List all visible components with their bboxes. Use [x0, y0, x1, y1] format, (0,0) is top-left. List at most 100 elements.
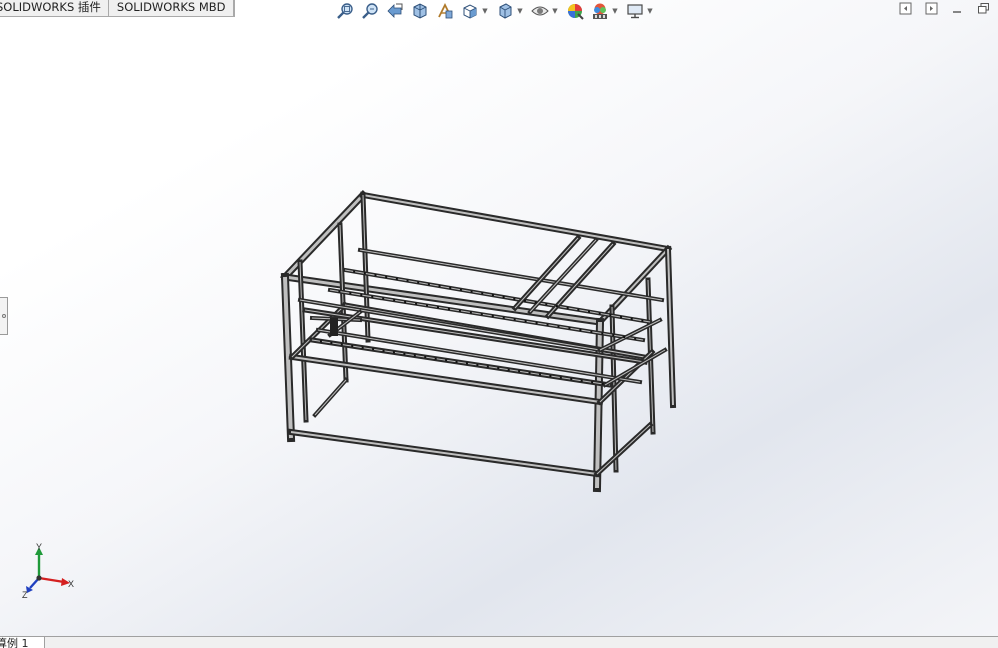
beam-slot: [591, 381, 594, 384]
beam-slot: [351, 345, 354, 348]
beam-slot: [577, 308, 580, 311]
beam-slot: [598, 312, 601, 315]
beam-slot: [491, 315, 494, 317]
frame-tube-highlight: [362, 194, 669, 250]
beam-slot: [447, 308, 450, 310]
beam-slot: [417, 281, 420, 284]
beam-slot: [620, 316, 623, 319]
beam-slot: [470, 290, 473, 293]
beam-slot: [469, 311, 472, 314]
beam-slot: [528, 371, 531, 374]
y-axis-label: Y: [36, 542, 42, 552]
beam-slot: [404, 301, 407, 303]
reference-triad: Y X Z: [22, 542, 74, 600]
beam-slot: [363, 272, 366, 275]
frame-model[interactable]: [0, 0, 998, 636]
x-axis-arrow: [38, 576, 65, 584]
beam-slot: [507, 368, 510, 371]
beam-slot: [382, 349, 385, 352]
beam-slot: [630, 317, 633, 320]
beam-slot: [465, 362, 468, 365]
beam-slot: [579, 329, 582, 331]
beam-slot: [403, 352, 406, 355]
beam-slot: [392, 351, 395, 354]
beam-slot: [524, 320, 527, 323]
beam-slot: [427, 283, 430, 286]
beam-slot: [513, 318, 516, 321]
beam-slot: [426, 304, 429, 307]
frame-tube-highlight: [514, 237, 579, 309]
frame-tube-highlight: [311, 339, 611, 386]
model-view-tab-bar: 算例 1: [0, 636, 998, 648]
beam-slot: [449, 286, 452, 289]
beam-slot: [413, 354, 416, 357]
beam-slot: [330, 341, 333, 344]
beam-slot: [424, 356, 427, 359]
beam-slot: [568, 327, 571, 330]
frame-tube-highlight: [290, 431, 598, 475]
beam-slot: [590, 330, 593, 333]
beam-slot: [641, 319, 644, 322]
beam-slot: [535, 322, 538, 324]
beam-slot: [349, 292, 352, 295]
beam-slot: [609, 314, 612, 317]
beam-slot: [374, 274, 377, 277]
beam-slot: [481, 292, 484, 295]
z-axis-label: Z: [22, 590, 28, 600]
beam-slot: [513, 297, 516, 300]
beam-slot: [434, 357, 437, 360]
beam-slot: [612, 334, 615, 337]
beam-slot: [497, 367, 500, 370]
beam-slot: [570, 378, 573, 381]
beam-slot: [502, 296, 505, 299]
beam-slot: [395, 277, 398, 280]
beam-slot: [459, 288, 462, 291]
tab-motion-study[interactable]: 算例 1: [0, 637, 45, 648]
beam-slot: [340, 343, 343, 346]
beam-slot: [555, 305, 558, 308]
beam-slot: [338, 290, 341, 293]
beam-slot: [436, 306, 439, 309]
beam-slot: [588, 310, 590, 313]
frame-tube-highlight: [314, 379, 347, 416]
beam-slot: [458, 309, 461, 312]
beam-slot: [385, 276, 388, 279]
beam-slot: [360, 294, 363, 296]
beam-slot: [445, 359, 448, 362]
beam-slot: [371, 295, 374, 298]
beam-slot: [559, 376, 562, 379]
frame-tube-highlight: [596, 424, 651, 475]
beam-slot: [623, 336, 626, 338]
beam-slot: [566, 306, 569, 309]
beam-slot: [634, 337, 637, 340]
beam-slot: [415, 302, 418, 305]
beam-slot: [455, 360, 458, 363]
beam-slot: [480, 313, 483, 316]
x-axis-label: X: [68, 579, 74, 589]
frame-tube-highlight: [291, 356, 601, 403]
beam-slot: [319, 340, 322, 343]
beam-slot: [353, 270, 356, 273]
beam-slot: [546, 323, 549, 326]
beam-slot: [538, 373, 541, 376]
beam-slot: [557, 325, 560, 328]
beam-slot: [361, 346, 364, 349]
frame-tube-highlight: [283, 193, 365, 279]
graphics-area[interactable]: SOLIDWORKS 插件 SOLIDWORKS MBD ▼ ▼ ▼ ▼ ▼ Y…: [0, 0, 998, 636]
beam-slot: [382, 297, 385, 300]
beam-slot: [393, 299, 396, 302]
beam-slot: [476, 363, 479, 366]
beam-slot: [545, 303, 548, 306]
beam-slot: [502, 316, 505, 319]
beam-slot: [518, 370, 521, 373]
beam-slot: [372, 348, 375, 351]
mounting-bracket[interactable]: [330, 318, 338, 336]
beam-slot: [534, 301, 537, 304]
beam-slot: [580, 379, 583, 382]
beam-slot: [438, 285, 441, 288]
beam-slot: [523, 299, 526, 302]
beam-slot: [601, 382, 604, 385]
beam-slot: [549, 375, 552, 377]
beam-slot: [406, 279, 409, 282]
beam-slot: [601, 332, 604, 335]
